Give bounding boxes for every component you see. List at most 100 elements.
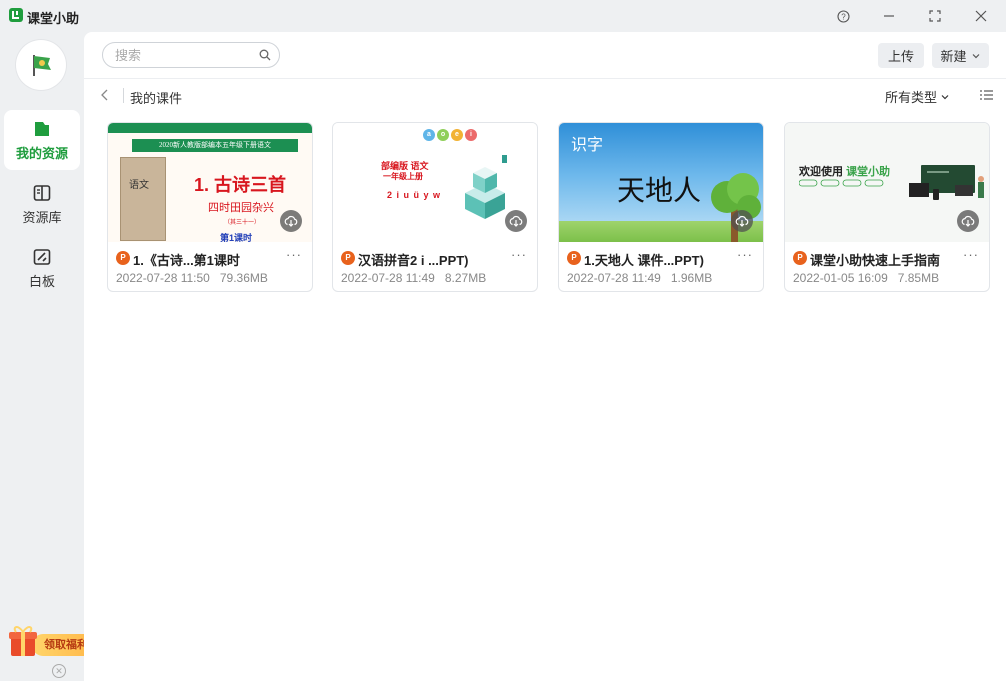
back-arrow-icon[interactable] bbox=[98, 88, 112, 102]
file-date: 2022-07-28 11:49 bbox=[567, 271, 661, 285]
file-meta: 2022-01-05 16:09 7.85MB bbox=[793, 271, 939, 285]
cloud-download-icon bbox=[509, 215, 523, 227]
textbook-label: 语文 bbox=[129, 180, 149, 191]
gift-icon bbox=[9, 626, 37, 656]
more-options-button[interactable]: ··· bbox=[737, 247, 753, 262]
file-card[interactable]: 识字 天地人 P 1.天地人 课件...PPT) ··· 2022-07-28 … bbox=[558, 122, 764, 292]
new-button-label: 新建 bbox=[940, 49, 967, 64]
file-name: 1.天地人 课件...PPT) bbox=[584, 253, 704, 268]
sidebar-item-my-resources[interactable]: 我的资源 bbox=[4, 110, 80, 170]
help-icon: ? bbox=[836, 9, 850, 23]
feature-tags-image bbox=[799, 179, 884, 187]
promo-close-button[interactable]: ✕ bbox=[52, 664, 66, 678]
list-view-icon[interactable] bbox=[980, 89, 993, 101]
main-panel: 上传 新建 我的课件 所有类型 2020新人教版部编本五年级下册语文 语文 1.… bbox=[84, 32, 1006, 681]
pinyin-dot: e bbox=[451, 129, 463, 141]
file-card[interactable]: 2020新人教版部编本五年级下册语文 语文 1. 古诗三首 四时田园杂兴 （其三… bbox=[107, 122, 313, 292]
isometric-building-image bbox=[465, 155, 507, 219]
sidebar-item-label: 白板 bbox=[28, 273, 55, 289]
thumb-small-text: （其三十一） bbox=[224, 220, 261, 226]
thumb-line-3: 2 i u ü y w bbox=[387, 190, 442, 200]
avatar[interactable] bbox=[16, 40, 66, 90]
file-date: 2022-07-28 11:50 bbox=[116, 271, 210, 285]
file-name: 课堂小助快速上手指南 bbox=[810, 253, 941, 268]
app-title: 课堂小助 bbox=[27, 11, 80, 26]
file-size: 1.96MB bbox=[670, 271, 713, 285]
file-size: 79.36MB bbox=[219, 271, 268, 285]
type-filter-label: 所有类型 bbox=[885, 90, 938, 105]
cloud-download-button[interactable] bbox=[731, 210, 753, 232]
welcome-label: 欢迎使用 bbox=[799, 166, 843, 178]
new-button[interactable]: 新建 bbox=[932, 43, 989, 68]
search-box[interactable] bbox=[102, 42, 280, 68]
close-button[interactable] bbox=[970, 6, 992, 26]
file-size: 8.27MB bbox=[444, 271, 487, 285]
pinyin-dots: a o e i bbox=[423, 129, 477, 141]
sidebar-item-resource-library[interactable]: 资源库 bbox=[4, 174, 80, 234]
ppt-file-icon: P bbox=[567, 251, 581, 265]
cloud-download-button[interactable] bbox=[957, 210, 979, 232]
toolbar-divider bbox=[84, 78, 1006, 79]
more-options-button[interactable]: ··· bbox=[511, 247, 527, 262]
search-input[interactable] bbox=[115, 47, 255, 63]
cloud-download-icon bbox=[961, 215, 975, 227]
thumb-corner-label: 识字 bbox=[571, 137, 604, 154]
file-name: 汉语拼音2 i ...PPT) bbox=[358, 253, 469, 268]
thumb-top-bar bbox=[108, 123, 312, 133]
chevron-down-icon bbox=[972, 53, 979, 58]
book-icon bbox=[33, 184, 51, 201]
thumb-subtitle: 四时田园杂兴 bbox=[208, 202, 274, 214]
cloud-download-button[interactable] bbox=[280, 210, 302, 232]
ppt-file-icon: P bbox=[793, 251, 807, 265]
file-meta: 2022-07-28 11:49 1.96MB bbox=[567, 271, 712, 285]
title-bar: 课堂小助 ? bbox=[0, 0, 1006, 32]
flag-avatar-icon bbox=[33, 55, 51, 76]
file-card[interactable]: a o e i 部编版 语文 一年级上册 2 i u ü y w P 汉语拼音2… bbox=[332, 122, 538, 292]
thumb-footer: 第1课时 bbox=[220, 233, 253, 242]
file-meta: 2022-07-28 11:50 79.36MB bbox=[116, 271, 268, 285]
more-options-button[interactable]: ··· bbox=[286, 247, 302, 262]
file-card[interactable]: 欢迎使用 课堂小助 P 课堂小助快速上手指南 ··· 2022-01-05 16… bbox=[784, 122, 990, 292]
whiteboard-icon bbox=[33, 248, 51, 265]
file-thumbnail: a o e i 部编版 语文 一年级上册 2 i u ü y w bbox=[333, 123, 537, 242]
sidebar-item-whiteboard[interactable]: 白板 bbox=[4, 238, 80, 298]
cloud-download-icon bbox=[284, 215, 298, 227]
more-options-button[interactable]: ··· bbox=[963, 247, 979, 262]
tree-image bbox=[711, 173, 761, 242]
minimize-icon bbox=[884, 15, 894, 17]
file-thumbnail: 欢迎使用 课堂小助 bbox=[785, 123, 989, 242]
help-button[interactable]: ? bbox=[832, 6, 854, 26]
breadcrumb: 我的课件 bbox=[130, 91, 183, 106]
folder-icon bbox=[35, 121, 49, 136]
svg-text:?: ? bbox=[841, 12, 846, 21]
thumb-line-2: 一年级上册 bbox=[383, 172, 423, 181]
sidebar-item-label: 我的资源 bbox=[15, 145, 68, 161]
classroom-devices-image bbox=[909, 165, 984, 200]
chevron-down-icon bbox=[941, 94, 949, 99]
file-thumbnail: 2020新人教版部编本五年级下册语文 语文 1. 古诗三首 四时田园杂兴 （其三… bbox=[108, 123, 312, 242]
thumb-banner: 2020新人教版部编本五年级下册语文 bbox=[132, 139, 298, 152]
app-logo-icon bbox=[9, 8, 23, 22]
pinyin-dot: o bbox=[437, 129, 449, 141]
type-filter-dropdown[interactable]: 所有类型 bbox=[885, 87, 950, 106]
ppt-file-icon: P bbox=[341, 251, 355, 265]
cloud-download-icon bbox=[735, 215, 749, 227]
thumb-welcome-text: 欢迎使用 课堂小助 bbox=[799, 163, 890, 179]
file-thumbnail: 识字 天地人 bbox=[559, 123, 763, 242]
pinyin-dot: a bbox=[423, 129, 435, 141]
textbook-image: 语文 bbox=[120, 157, 166, 241]
sidebar-item-label: 资源库 bbox=[22, 209, 62, 225]
upload-button[interactable]: 上传 bbox=[878, 43, 924, 68]
maximize-button[interactable] bbox=[924, 6, 946, 26]
file-meta: 2022-07-28 11:49 8.27MB bbox=[341, 271, 486, 285]
minimize-button[interactable] bbox=[878, 6, 900, 26]
search-icon[interactable] bbox=[259, 49, 271, 61]
file-date: 2022-07-28 11:49 bbox=[341, 271, 435, 285]
maximize-icon bbox=[929, 10, 941, 22]
thumb-title: 天地人 bbox=[617, 174, 702, 207]
brand-label: 课堂小助 bbox=[846, 166, 891, 178]
close-icon bbox=[975, 10, 987, 22]
pinyin-dot: i bbox=[465, 129, 477, 141]
cloud-download-button[interactable] bbox=[505, 210, 527, 232]
ppt-file-icon: P bbox=[116, 251, 130, 265]
